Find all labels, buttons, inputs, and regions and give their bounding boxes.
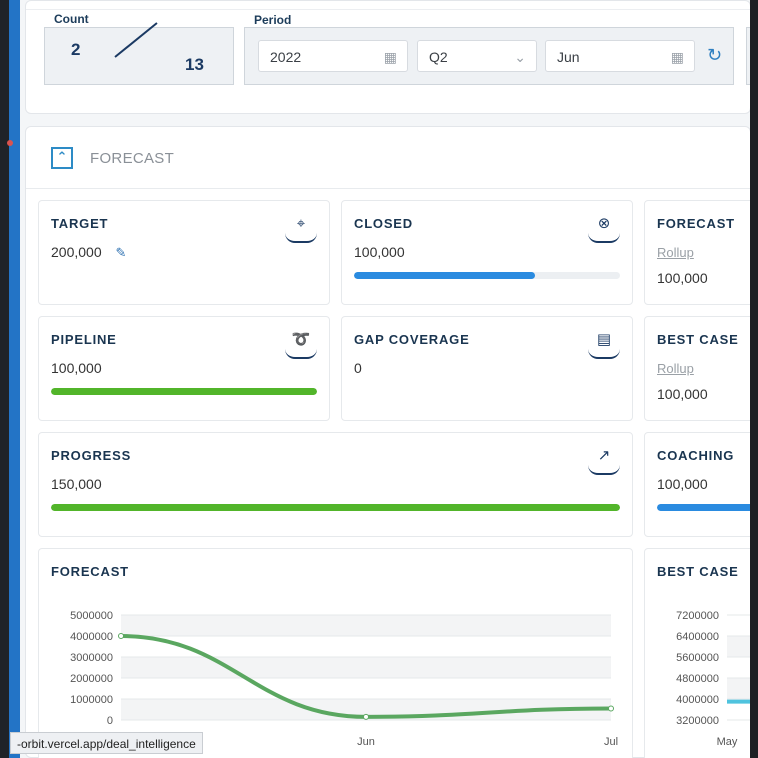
pipeline-progress-bar xyxy=(51,388,317,395)
forecast-chart-tile: FORECAST 0 1000000 2000000 3000000 4000000 50… xyxy=(38,548,633,758)
progress-progress-fill xyxy=(51,504,620,511)
year-picker[interactable]: 2022 ▦ xyxy=(258,40,408,72)
filter-card: Count 2 13 Period 2022 ▦ Q2 ⌄ Jun ▦ ↻ xyxy=(25,0,754,114)
gap-coverage-value: 0 xyxy=(354,360,362,376)
y-tick-label: 1000000 xyxy=(70,694,113,706)
gap-coverage-title: GAP COVERAGE xyxy=(354,332,470,347)
closed-tile: CLOSED 100,000 ⊗ xyxy=(341,200,633,305)
chevron-up-icon: ⌃ xyxy=(56,149,68,164)
period-box: 2022 ▦ Q2 ⌄ Jun ▦ ↻ xyxy=(244,27,734,85)
calendar-icon: ▦ xyxy=(670,49,684,65)
month-value: Jun xyxy=(557,49,580,65)
collapse-button[interactable]: ⌃ xyxy=(51,147,73,169)
closed-progress-fill xyxy=(354,272,535,279)
route-icon: ➰ xyxy=(285,329,317,359)
coaching-value: 100,000 xyxy=(657,476,708,492)
closed-value: 100,000 xyxy=(354,244,405,260)
progress-tile: PROGRESS 150,000 ↗ xyxy=(38,432,633,537)
forecast-line-chart: 0 1000000 2000000 3000000 4000000 5000000 Jun J… xyxy=(70,610,618,748)
y-tick-label: 0 xyxy=(107,715,113,727)
best-case-tile: BEST CASE Rollup 100,000 xyxy=(644,316,758,421)
y-tick-label: 4800000 xyxy=(676,673,719,685)
count-separator xyxy=(114,22,158,58)
y-tick-label: 3200000 xyxy=(676,715,719,727)
y-tick-label: 4000000 xyxy=(676,694,719,706)
grid-band xyxy=(121,657,611,678)
pipeline-progress-fill xyxy=(51,388,317,395)
pipeline-value: 100,000 xyxy=(51,360,102,376)
edit-icon[interactable]: ✎ xyxy=(116,245,127,261)
forecast-data-point xyxy=(608,705,614,712)
closed-progress-bar xyxy=(354,272,620,279)
forecast-header: ⌃ FORECAST xyxy=(26,127,750,189)
y-tick-label: 3000000 xyxy=(70,652,113,664)
forecast-data-point xyxy=(363,713,369,720)
y-tick-label: 5000000 xyxy=(70,610,113,622)
best-case-rollup-link[interactable]: Rollup xyxy=(657,361,694,376)
coaching-tile: COACHING 100,000 xyxy=(644,432,758,537)
coaching-progress-fill xyxy=(657,504,757,511)
period-label: Period xyxy=(254,13,292,27)
forecast-value: 100,000 xyxy=(657,270,708,286)
best-case-line-chart: 3200000 4000000 4800000 5600000 6400000 72000… xyxy=(676,610,758,748)
progress-value: 150,000 xyxy=(51,476,102,492)
best-case-chart-tile: BEST CASE 3200000 4000000 4800000 5600000 64… xyxy=(644,548,758,758)
trending-up-icon: ↗ xyxy=(588,445,620,475)
count-label: Count xyxy=(54,12,89,26)
window-edge-right xyxy=(750,0,758,758)
x-tick-label: Jun xyxy=(357,736,375,748)
grid-band xyxy=(121,615,611,636)
count-total: 13 xyxy=(185,55,204,74)
y-tick-label: 2000000 xyxy=(70,673,113,685)
forecast-tile: FORECAST Rollup 100,000 xyxy=(644,200,758,305)
close-circle-icon: ⊗ xyxy=(588,213,620,243)
pipeline-tile: PIPELINE 100,000 ➰ xyxy=(38,316,330,421)
y-tick-label: 7200000 xyxy=(676,610,719,622)
quarter-select[interactable]: Q2 ⌄ xyxy=(417,40,537,72)
divider xyxy=(26,9,750,10)
forecast-title: FORECAST xyxy=(657,216,735,231)
target-title: TARGET xyxy=(51,216,109,231)
closed-title: CLOSED xyxy=(354,216,413,231)
gap-coverage-tile: GAP COVERAGE 0 ▤ xyxy=(341,316,633,421)
month-picker[interactable]: Jun ▦ xyxy=(545,40,695,72)
x-tick-label: May xyxy=(717,736,738,748)
forecast-rollup-link[interactable]: Rollup xyxy=(657,245,694,260)
status-bar-url: -orbit.vercel.app/deal_intelligence xyxy=(10,732,203,754)
pipeline-title: PIPELINE xyxy=(51,332,117,347)
refresh-icon[interactable]: ↻ xyxy=(707,45,722,66)
target-tile: TARGET 200,000 ✎ ⌖ xyxy=(38,200,330,305)
target-value: 200,000 xyxy=(51,244,102,260)
y-tick-label: 5600000 xyxy=(676,652,719,664)
y-tick-label: 6400000 xyxy=(676,631,719,643)
coaching-title: COACHING xyxy=(657,448,735,463)
notification-dot xyxy=(7,140,13,146)
quarter-value: Q2 xyxy=(429,49,448,65)
count-box: 2 13 xyxy=(44,22,234,85)
target-value-row: 200,000 ✎ xyxy=(51,244,126,261)
count-current: 2 xyxy=(71,40,81,59)
y-tick-label: 4000000 xyxy=(70,631,113,643)
forecast-data-point xyxy=(118,633,124,639)
app-sidebar-edge xyxy=(9,0,20,758)
best-case-value: 100,000 xyxy=(657,386,708,402)
window-edge xyxy=(0,0,9,758)
target-icon: ⌖ xyxy=(285,213,317,243)
best-case-title: BEST CASE xyxy=(657,332,739,347)
x-tick-label: Jul xyxy=(604,736,618,748)
coaching-progress-bar xyxy=(657,504,757,511)
calendar-icon: ▦ xyxy=(383,49,397,65)
year-value: 2022 xyxy=(270,49,302,65)
forecast-card: ⌃ FORECAST TARGET 200,000 ✎ ⌖ CLOSED 100… xyxy=(25,126,758,758)
progress-progress-bar xyxy=(51,504,620,511)
progress-title: PROGRESS xyxy=(51,448,132,463)
chevron-down-icon: ⌄ xyxy=(514,49,526,65)
document-check-icon: ▤ xyxy=(588,329,620,359)
forecast-section-title: FORECAST xyxy=(90,150,175,167)
